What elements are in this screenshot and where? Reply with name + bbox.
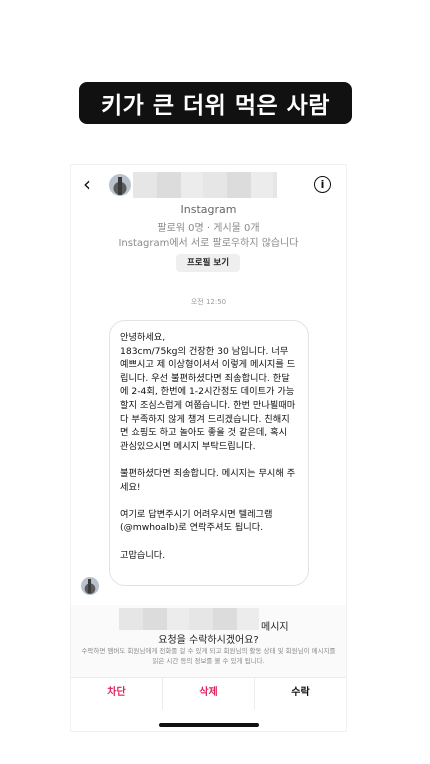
- profile-mutual: Instagram에서 서로 팔로우하지 않습니다: [118, 238, 299, 249]
- profile-stats: 팔로워 0명 · 게시물 0개: [157, 223, 260, 234]
- dm-request-screen: ‹ i Instagram 팔로워 0명 · 게시물 0개 Instagram에…: [70, 164, 347, 732]
- delete-button[interactable]: 삭제: [163, 678, 255, 710]
- blurred-sender-name: [119, 608, 259, 630]
- blurred-username: [133, 172, 277, 198]
- home-indicator: [159, 723, 259, 727]
- request-note: 수락하면 멤버도 회원님에게 전화를 걸 수 있게 되고 회원님의 활동 상태 …: [81, 647, 336, 665]
- accept-button[interactable]: 수락: [255, 678, 346, 710]
- request-actions: 차단 삭제 수락: [71, 677, 346, 710]
- back-arrow-icon[interactable]: ‹: [83, 174, 91, 194]
- info-icon[interactable]: i: [314, 176, 331, 193]
- caption-banner: 키가 큰 더위 먹은 사람: [79, 82, 352, 124]
- view-profile-button[interactable]: 프로필 보기: [176, 254, 240, 272]
- message-timestamp: 오전 12:50: [190, 298, 227, 306]
- block-button[interactable]: 차단: [71, 678, 163, 710]
- top-bar: ‹ i: [71, 165, 346, 205]
- message-bubble: 안녕하세요, 183cm/75kg의 건장한 30 남입니다. 너무 예쁘시고 …: [109, 320, 309, 586]
- sender-avatar: [81, 577, 99, 595]
- profile-platform: Instagram: [180, 203, 237, 216]
- avatar[interactable]: [109, 174, 131, 196]
- request-question: 요청을 수락하시겠어요?: [158, 635, 259, 646]
